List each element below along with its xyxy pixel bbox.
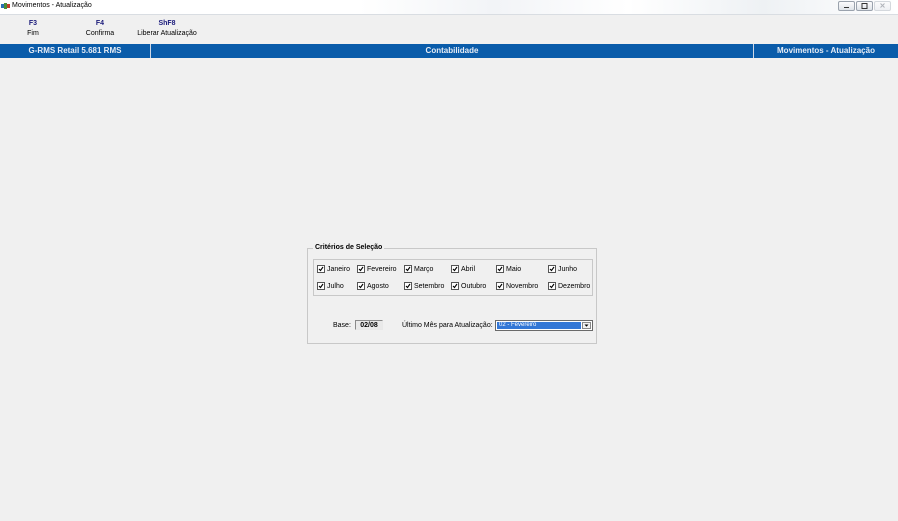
check-icon [497, 266, 503, 272]
checkbox-box[interactable] [496, 265, 504, 273]
checkbox-box[interactable] [357, 265, 365, 273]
month-label: Julho [327, 283, 344, 290]
fim-button[interactable]: F3 Fim [22, 19, 44, 39]
checkbox-box[interactable] [317, 265, 325, 273]
status-bar: G-RMS Retail 5.681 RMS Contabilidade Mov… [0, 44, 898, 58]
dropdown-arrow-button[interactable] [582, 322, 591, 329]
checkbox-box[interactable] [451, 282, 459, 290]
month-label: Abril [461, 266, 476, 273]
month-label: Maio [506, 266, 522, 273]
ultimo-mes-dropdown[interactable]: 02 - Fevereiro [495, 320, 593, 331]
confirma-key: F4 [95, 20, 105, 27]
fim-label: Fim [27, 30, 39, 37]
maximize-icon [861, 3, 868, 9]
check-icon [318, 266, 324, 272]
month-label: Novembro [506, 283, 539, 290]
month-label: Junho [558, 266, 578, 273]
month-label: Março [414, 266, 434, 273]
liberar-atualizacao-button[interactable]: ShF8 Liberar Atualização [133, 19, 201, 39]
window-title: Movimentos - Atualização [12, 2, 92, 9]
minimize-icon [844, 7, 849, 8]
title-bar: Movimentos - Atualização [0, 0, 898, 15]
confirma-label: Confirma [85, 30, 115, 37]
check-icon [358, 266, 364, 272]
selection-criteria-panel: Critérios de Seleção Janeiro Fevereiro Mar… [307, 244, 597, 344]
base-label: Base: [333, 322, 351, 329]
checkbox-box[interactable] [548, 265, 556, 273]
month-label: Agosto [367, 283, 389, 290]
check-icon [405, 283, 411, 289]
month-label: Dezembro [558, 283, 591, 290]
check-icon [549, 266, 555, 272]
months-group: Janeiro Fevereiro Março Abril Maio Junho Julho… [313, 259, 593, 296]
checkbox-box[interactable] [404, 265, 412, 273]
check-icon [405, 266, 411, 272]
checkbox-box[interactable] [496, 282, 504, 290]
app-icon [1, 3, 10, 9]
ultimo-mes-label: Último Mês para Atualização: [402, 322, 493, 329]
function-key-toolbar: F3 Fim F4 Confirma ShF8 Liberar Atualiza… [0, 15, 898, 43]
check-icon [497, 283, 503, 289]
base-value: 02/08 [355, 320, 383, 330]
checkbox-box[interactable] [357, 282, 365, 290]
check-icon [318, 283, 324, 289]
check-icon [549, 283, 555, 289]
checkbox-box[interactable] [317, 282, 325, 290]
check-icon [452, 266, 458, 272]
panel-title: Critérios de Seleção [313, 244, 385, 251]
check-icon [452, 283, 458, 289]
confirma-button[interactable]: F4 Confirma [80, 19, 120, 39]
month-label: Fevereiro [367, 266, 397, 273]
month-label: Setembro [414, 283, 445, 290]
checkbox-box[interactable] [548, 282, 556, 290]
close-icon [880, 3, 885, 8]
screen-name-label: Movimentos - Atualização [777, 46, 875, 55]
fim-key: F3 [28, 20, 38, 27]
chevron-down-icon [584, 324, 589, 327]
liberar-key: ShF8 [158, 20, 176, 27]
month-label: Outubro [461, 283, 487, 290]
system-version-label: G-RMS Retail 5.681 RMS [0, 44, 151, 58]
checkbox-box[interactable] [404, 282, 412, 290]
check-icon [358, 283, 364, 289]
minimize-button[interactable] [838, 1, 855, 11]
liberar-label: Liberar Atualização [137, 30, 197, 37]
checkbox-box[interactable] [451, 265, 459, 273]
month-label: Janeiro [327, 266, 350, 273]
ultimo-mes-selected-value: 02 - Fevereiro [497, 322, 581, 329]
close-button[interactable] [874, 1, 891, 11]
module-label: Contabilidade [151, 44, 754, 58]
maximize-button[interactable] [856, 1, 873, 11]
